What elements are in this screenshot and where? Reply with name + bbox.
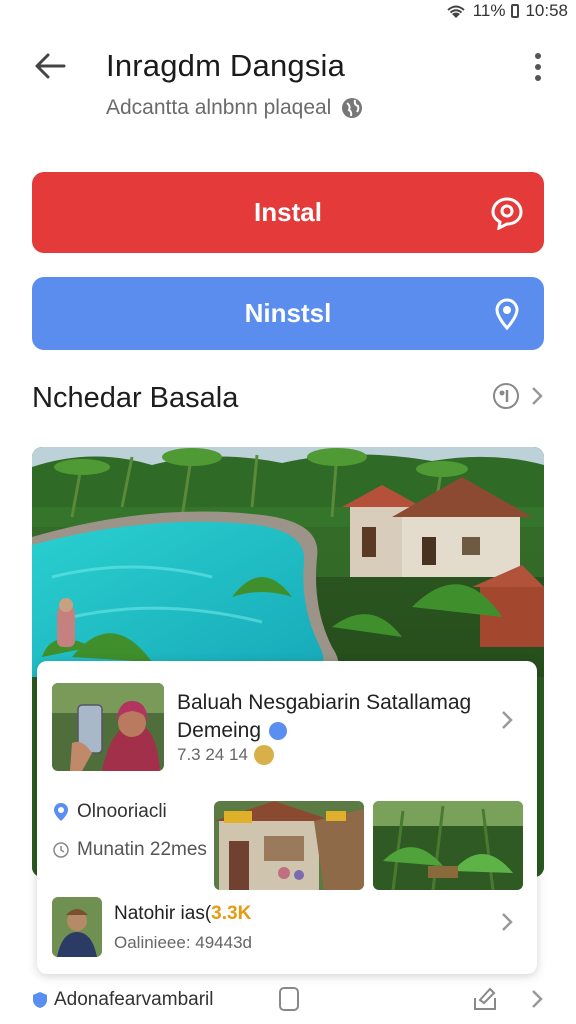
- garden-photo: [373, 801, 523, 890]
- user-name[interactable]: Natohir ias(3.3K: [114, 903, 251, 925]
- bottom-label[interactable]: Adonafearvambaril: [54, 989, 213, 1011]
- post-title-line1: Baluah Nesgabiarin Satallamag: [177, 691, 472, 714]
- post-card: Baluah Nesgabiarin Satallamag Demeing 7.…: [37, 661, 537, 974]
- subtitle-text: Adcantta alnbnn plaqeal: [106, 96, 332, 119]
- avatar[interactable]: [52, 897, 102, 957]
- chevron-right-icon[interactable]: [499, 709, 515, 731]
- location-pin-icon: [495, 297, 519, 330]
- post-title-line2: Demeing: [177, 719, 262, 742]
- time-row: Munatin 22mes: [53, 839, 207, 861]
- location-row: Olnooriacli: [53, 801, 167, 823]
- user-amount: 3.3K: [211, 903, 252, 924]
- status-bar: 11% 10:58: [0, 0, 576, 24]
- status-indicators: 11% 10:58: [445, 1, 568, 21]
- page-subtitle: Adcantta alnbnn plaqeal: [106, 96, 363, 120]
- location-text: Olnooriacli: [77, 801, 167, 822]
- section-header: Nchedar Basala: [32, 378, 544, 418]
- user-photo: [52, 897, 102, 957]
- shield-icon: [33, 992, 47, 1008]
- section-actions: [492, 382, 544, 410]
- app-bar: Inragdm Dangsia Adcantta alnbnn plaqeal: [0, 36, 576, 136]
- battery-icon: [511, 4, 520, 18]
- time-text: Munatin 22mes: [77, 839, 207, 860]
- more-dot: [535, 53, 541, 59]
- secondary-button-label: Ninstsl: [244, 298, 332, 328]
- page-title: Inragdm Dangsia: [106, 48, 346, 83]
- chat-bubble-icon: [491, 196, 523, 230]
- section-title: Nchedar Basala: [32, 381, 239, 414]
- install-button-label: Instal: [254, 197, 322, 227]
- info-icon[interactable]: [492, 382, 520, 410]
- secondary-install-button[interactable]: Ninstsl: [32, 277, 544, 350]
- gallery-photo[interactable]: [214, 801, 364, 890]
- square-icon[interactable]: [278, 986, 300, 1012]
- clock-icon: [53, 842, 69, 858]
- install-button[interactable]: Instal: [32, 172, 544, 253]
- more-options-button[interactable]: [522, 50, 554, 84]
- post-title[interactable]: Baluah Nesgabiarin Satallamag Demeing: [177, 689, 487, 745]
- gallery-photo[interactable]: [373, 801, 523, 890]
- wifi-icon: [447, 5, 465, 18]
- battery-percent: 11%: [472, 1, 506, 20]
- more-dot: [535, 75, 541, 81]
- post-thumbnail[interactable]: [52, 683, 164, 771]
- back-button[interactable]: [28, 50, 72, 82]
- user-subtitle: Oalinieee: 49443d: [114, 933, 253, 952]
- post-meta-text: 7.3 24 14: [177, 745, 248, 764]
- location-pin-icon: [54, 803, 68, 821]
- post-meta: 7.3 24 14: [177, 745, 274, 765]
- globe-icon: [342, 98, 363, 118]
- user-name-text: Natohir ias(: [114, 903, 212, 924]
- woman-with-phone-photo: [52, 683, 164, 771]
- arrow-left-icon: [35, 53, 66, 79]
- shop-street-photo: [214, 801, 364, 890]
- chevron-right-icon[interactable]: [530, 988, 544, 1010]
- chevron-right-icon[interactable]: [530, 385, 544, 407]
- more-dot: [535, 64, 541, 70]
- bottom-toolbar: Adonafearvambaril: [32, 982, 544, 1018]
- share-icon[interactable]: [472, 986, 498, 1012]
- clock: 10:58: [525, 1, 568, 20]
- chevron-right-icon[interactable]: [499, 911, 515, 933]
- verified-badge-icon: [268, 722, 287, 740]
- coin-icon: [253, 745, 274, 765]
